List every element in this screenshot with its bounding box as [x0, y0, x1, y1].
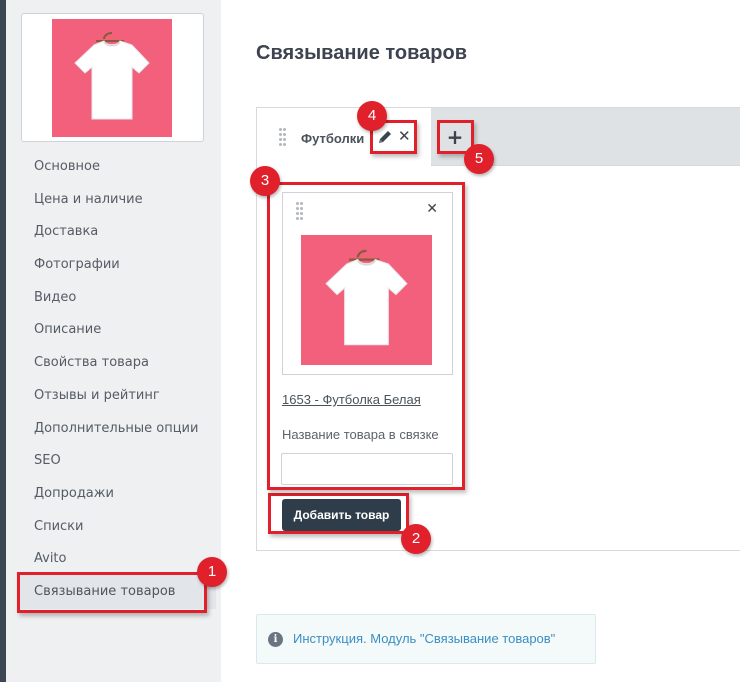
sidebar-item-reviews[interactable]: Отзывы и рейтинг	[34, 380, 224, 413]
sidebar-item-photos[interactable]: Фотографии	[34, 249, 224, 282]
instruction-box: i Инструкция. Модуль "Связывание товаров…	[256, 614, 596, 664]
sidebar-item-options[interactable]: Дополнительные опции	[34, 413, 224, 446]
sidebar-item-video[interactable]: Видео	[34, 282, 224, 315]
sidebar-item-seo[interactable]: SEO	[34, 445, 224, 478]
tab-label: Футболки	[301, 131, 365, 146]
sidebar-item-price[interactable]: Цена и наличие	[34, 184, 224, 217]
tshirt-image	[52, 19, 172, 137]
sidebar-item-delivery[interactable]: Доставка	[34, 216, 224, 249]
tab-bar: Футболки ✕ +	[257, 108, 740, 167]
sidebar-item-properties[interactable]: Свойства товара	[34, 347, 224, 380]
sidebar-item-main[interactable]: Основное	[34, 151, 224, 184]
callout-box-add-button	[268, 493, 409, 534]
callout-badge-5: 5	[464, 144, 494, 174]
callout-box-product-card	[267, 182, 465, 490]
drag-handle-icon[interactable]	[279, 128, 287, 148]
sidebar-nav: Основное Цена и наличие Доставка Фотогра…	[34, 151, 224, 609]
sidebar-item-description[interactable]: Описание	[34, 314, 224, 347]
callout-badge-3: 3	[250, 166, 280, 196]
callout-badge-1: 1	[197, 557, 227, 587]
tshirt-image-graphic	[74, 32, 150, 120]
sidebar-item-upsells[interactable]: Допродажи	[34, 478, 224, 511]
callout-badge-4: 4	[357, 101, 387, 131]
callout-box-sidebar-item	[17, 572, 207, 613]
sidebar-item-lists[interactable]: Списки	[34, 511, 224, 544]
page-title: Связывание товаров	[256, 42, 468, 64]
info-icon: i	[268, 632, 283, 647]
instruction-link[interactable]: Инструкция. Модуль "Связывание товаров"	[293, 631, 555, 646]
product-thumbnail-card	[21, 13, 204, 142]
callout-badge-2: 2	[401, 524, 431, 554]
